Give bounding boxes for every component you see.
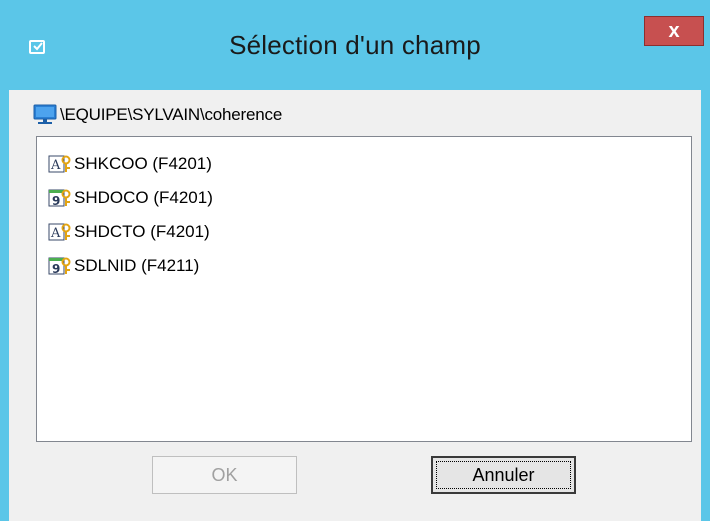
path-label: \EQUIPE\SYLVAIN\coherence bbox=[60, 105, 283, 124]
numeric-key-field-icon: 9 bbox=[48, 189, 71, 208]
alpha-key-field-icon: A bbox=[48, 155, 71, 173]
title-bar[interactable]: Sélection d'un champ x bbox=[0, 0, 710, 90]
field-label: SDLNID (F4211) bbox=[74, 256, 200, 275]
source-path: \EQUIPE\SYLVAIN\coherence bbox=[32, 103, 282, 127]
dialog-body: \EQUIPE\SYLVAIN\coherence A SHKCOO (F420… bbox=[9, 90, 701, 521]
list-item[interactable]: A SHDCTO (F4201) bbox=[37, 215, 691, 249]
focus-rectangle bbox=[436, 461, 571, 489]
dialog-window: Sélection d'un champ x \EQUIPE\SYLVAIN\c… bbox=[0, 0, 710, 521]
close-button[interactable]: x bbox=[644, 16, 704, 46]
field-list[interactable]: A SHKCOO (F4201) 9 SHDOCO (F4201) A SHDC… bbox=[36, 136, 692, 442]
svg-text:A: A bbox=[50, 226, 61, 241]
field-label: SHKCOO (F4201) bbox=[74, 154, 212, 173]
list-item[interactable]: 9 SDLNID (F4211) bbox=[37, 249, 691, 283]
computer-icon bbox=[33, 104, 57, 124]
cancel-button[interactable]: Annuler bbox=[431, 456, 576, 494]
field-label: SHDCTO (F4201) bbox=[74, 222, 210, 241]
svg-text:A: A bbox=[50, 158, 61, 173]
svg-text:9: 9 bbox=[52, 194, 60, 208]
alpha-key-field-icon: A bbox=[48, 223, 71, 241]
svg-text:9: 9 bbox=[52, 262, 60, 276]
ok-button[interactable]: OK bbox=[152, 456, 297, 494]
window-title: Sélection d'un champ bbox=[229, 30, 481, 60]
field-label: SHDOCO (F4201) bbox=[74, 188, 213, 207]
list-item[interactable]: A SHKCOO (F4201) bbox=[37, 147, 691, 181]
numeric-key-field-icon: 9 bbox=[48, 257, 71, 276]
list-item[interactable]: 9 SHDOCO (F4201) bbox=[37, 181, 691, 215]
